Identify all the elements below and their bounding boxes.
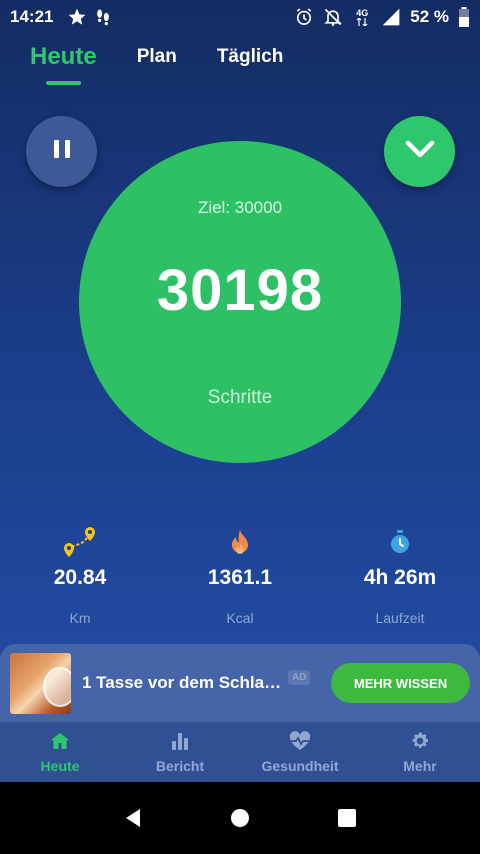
nav-label-gesundheit: Gesundheit — [261, 758, 339, 774]
nav-item-bericht[interactable]: Bericht — [120, 722, 240, 782]
ad-badge: AD — [288, 669, 311, 685]
status-bar-left: 14:21 — [10, 7, 113, 27]
home-circle-icon — [230, 809, 249, 827]
star-icon — [67, 7, 87, 27]
distance-label: Km — [69, 610, 91, 626]
back-button[interactable] — [113, 798, 153, 838]
footsteps-icon — [93, 7, 113, 27]
status-time: 14:21 — [10, 7, 54, 26]
network-label: 4G — [356, 7, 369, 18]
chevron-down-icon — [404, 138, 436, 165]
calories-value: 1361.1 — [207, 566, 273, 589]
status-bar: 14:21 4G 52 % — [0, 0, 480, 34]
recents-button[interactable] — [327, 798, 367, 838]
recents-square-icon — [337, 809, 356, 827]
ad-cta-button[interactable]: MEHR WISSEN — [331, 663, 470, 703]
steps-label: Schritte — [207, 387, 273, 408]
ad-image[interactable] — [10, 652, 71, 714]
nav-label-mehr: Mehr — [403, 758, 437, 774]
bottom-navigation: Heute Bericht Gesundheit Mehr — [0, 722, 480, 782]
home-button[interactable] — [220, 798, 260, 838]
location-route-icon — [0, 524, 160, 560]
nav-item-heute[interactable]: Heute — [0, 722, 120, 782]
signal-icon — [381, 7, 401, 27]
home-icon — [50, 730, 70, 752]
network-4g-icon: 4G — [352, 7, 372, 27]
tab-plan[interactable]: Plan — [137, 46, 177, 85]
tab-taeglich[interactable]: Täglich — [217, 46, 284, 85]
system-navigation-bar — [0, 782, 480, 854]
step-count: 30198 — [156, 258, 324, 323]
nav-item-mehr[interactable]: Mehr — [360, 722, 480, 782]
step-goal: Ziel: 30000 — [197, 198, 283, 217]
stopwatch-icon — [320, 524, 480, 560]
expand-button[interactable] — [384, 116, 455, 187]
duration-label: Laufzeit — [375, 610, 425, 626]
distance-value: 20.84 — [53, 566, 107, 589]
gear-icon — [410, 730, 430, 752]
stats-row: 20.84 Km 1361.1 Kcal 4h 26m Laufzeit — [0, 524, 480, 626]
ad-banner[interactable]: 1 Tasse vor dem Schlafen AD MEHR WISSEN — [0, 644, 480, 722]
battery-icon — [458, 7, 470, 27]
battery-percent: 52 % — [410, 7, 449, 26]
stat-distance: 20.84 Km — [0, 524, 160, 626]
tab-heute[interactable]: Heute — [30, 43, 97, 85]
top-tabs: Heute Plan Täglich — [30, 43, 284, 85]
status-bar-right: 4G 52 % — [294, 7, 470, 27]
duration-value: 4h 26m — [363, 566, 437, 589]
pause-button[interactable] — [26, 116, 97, 187]
heart-pulse-icon — [289, 730, 311, 752]
stat-duration: 4h 26m Laufzeit — [320, 524, 480, 626]
pause-icon — [52, 138, 72, 165]
stat-calories: 1361.1 Kcal — [160, 524, 320, 626]
flame-icon — [160, 524, 320, 560]
nav-item-gesundheit[interactable]: Gesundheit — [240, 722, 360, 782]
back-triangle-icon — [126, 809, 141, 827]
nav-label-heute: Heute — [40, 758, 80, 774]
notifications-off-icon — [323, 7, 343, 27]
alarm-icon — [294, 7, 314, 27]
step-progress-circle: Ziel: 30000 30198 Schritte — [79, 141, 401, 463]
nav-label-bericht: Bericht — [155, 758, 205, 774]
calories-label: Kcal — [226, 610, 254, 626]
ad-title[interactable]: 1 Tasse vor dem Schlafen — [82, 673, 282, 693]
bar-chart-icon — [170, 730, 190, 752]
